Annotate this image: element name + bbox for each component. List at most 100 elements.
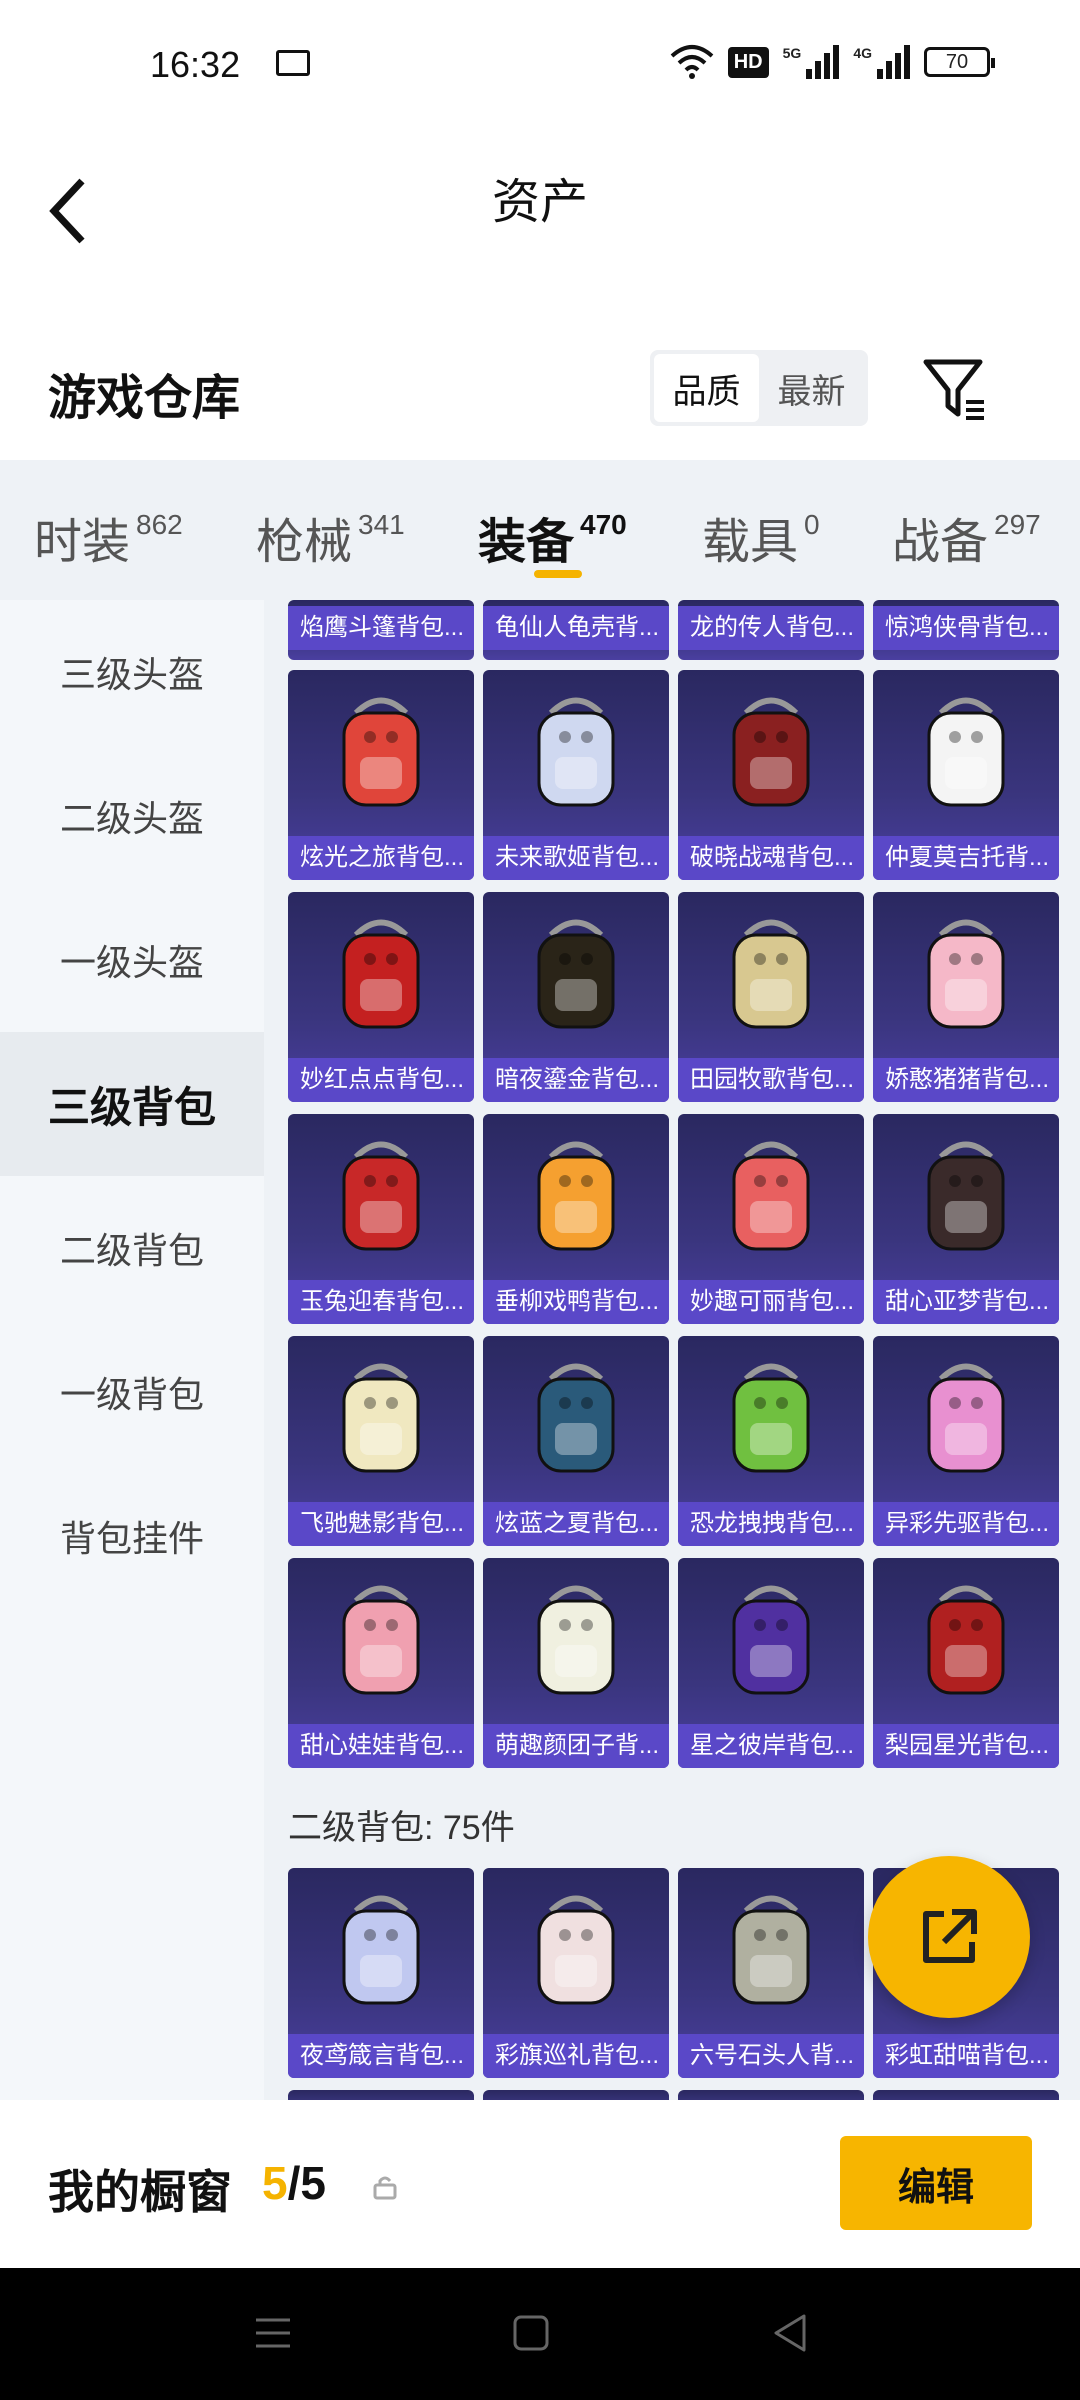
flag-backpack-icon bbox=[483, 1868, 669, 2034]
item-card[interactable]: 龙的传人背包... bbox=[678, 600, 864, 660]
sort-newest-button[interactable]: 最新 bbox=[759, 354, 864, 422]
sort-toggle: 品质 最新 bbox=[650, 350, 868, 426]
item-card[interactable]: 异彩先驱背包... bbox=[873, 1336, 1059, 1546]
lock-icon bbox=[373, 2176, 397, 2200]
item-card[interactable]: 龟仙人龟壳背... bbox=[483, 600, 669, 660]
item-name: 星之彼岸背包... bbox=[678, 1724, 864, 1768]
tab-equipment[interactable]: 装备 470 bbox=[478, 460, 627, 600]
stone-backpack-icon bbox=[678, 1868, 864, 2034]
astronaut-backpack-icon bbox=[678, 1558, 864, 1724]
menu-icon[interactable] bbox=[248, 2308, 298, 2358]
item-card[interactable]: 垂柳戏鸭背包... bbox=[483, 1114, 669, 1324]
gold-night-backpack-icon bbox=[483, 892, 669, 1058]
opera-backpack-icon bbox=[873, 1558, 1059, 1724]
colorful-backpack-icon bbox=[873, 1336, 1059, 1502]
warehouse-title: 游戏仓库 bbox=[48, 372, 241, 425]
home-icon[interactable] bbox=[506, 2308, 556, 2358]
item-card[interactable]: 甜心亚梦背包... bbox=[873, 1114, 1059, 1324]
doll-backpack-icon bbox=[288, 1558, 474, 1724]
item-name: 炫蓝之夏背包... bbox=[483, 1502, 669, 1546]
sub-item-helmet-lv2[interactable]: 二级头盔 bbox=[0, 744, 264, 888]
active-tab-indicator bbox=[534, 570, 582, 578]
item-card[interactable]: 田园牧歌背包... bbox=[678, 892, 864, 1102]
tab-supplies[interactable]: 战备 297 bbox=[892, 460, 1041, 600]
item-card[interactable]: 破晓战魂背包... bbox=[678, 670, 864, 880]
item-card[interactable]: 仲夏莫吉托背... bbox=[873, 670, 1059, 880]
basket-backpack-icon bbox=[678, 892, 864, 1058]
sub-item-backpack-lv1[interactable]: 一级背包 bbox=[0, 1320, 264, 1464]
item-name: 六号石头人背... bbox=[678, 2034, 864, 2078]
item-grid: 炫光之旅背包... 未来歌姬背包... 破晓战魂背包... 仲夏莫吉托背... 妙红点点… bbox=[288, 670, 1059, 1768]
item-card[interactable]: 星之彼岸背包... bbox=[678, 1558, 864, 1768]
category-tabs: 时装 862 枪械 341 装备 470 载具 0 战备 297 bbox=[0, 460, 1080, 600]
item-card[interactable]: 炫光之旅背包... bbox=[288, 670, 474, 880]
item-card[interactable]: 飞驰魅影背包... bbox=[288, 1336, 474, 1546]
edit-button[interactable]: 编辑 bbox=[840, 2136, 1032, 2230]
system-nav-bar bbox=[0, 2268, 1080, 2400]
filter-icon[interactable] bbox=[920, 354, 990, 424]
tab-fashion[interactable]: 时装 862 bbox=[34, 460, 183, 600]
item-name: 仲夏莫吉托背... bbox=[873, 836, 1059, 880]
item-name: 垂柳戏鸭背包... bbox=[483, 1280, 669, 1324]
item-card[interactable]: 萌趣颜团子背... bbox=[483, 1558, 669, 1768]
item-card-cutoff[interactable] bbox=[483, 2090, 669, 2100]
item-card[interactable]: 妙红点点背包... bbox=[288, 892, 474, 1102]
rabbit-backpack-icon bbox=[288, 1114, 474, 1280]
item-card[interactable]: 玉兔迎春背包... bbox=[288, 1114, 474, 1324]
blue-summer-backpack-icon bbox=[483, 1336, 669, 1502]
item-name: 彩旗巡礼背包... bbox=[483, 2034, 669, 2078]
showcase-title: 我的橱窗 bbox=[48, 2166, 232, 2218]
crepe-backpack-icon bbox=[678, 1114, 864, 1280]
sub-item-helmet-lv1[interactable]: 一级头盔 bbox=[0, 888, 264, 1032]
sub-item-backpack-pendant[interactable]: 背包挂件 bbox=[0, 1464, 264, 1608]
item-name: 破晓战魂背包... bbox=[678, 836, 864, 880]
sub-item-backpack-lv2[interactable]: 二级背包 bbox=[0, 1176, 264, 1320]
item-card[interactable]: 夜鸢箴言背包... bbox=[288, 1868, 474, 2078]
item-name: 龟仙人龟壳背... bbox=[483, 606, 669, 650]
item-card[interactable]: 未来歌姬背包... bbox=[483, 670, 669, 880]
duck-backpack-icon bbox=[483, 1114, 669, 1280]
showcase-count: 5/5 bbox=[262, 2157, 326, 2209]
item-card[interactable]: 暗夜鎏金背包... bbox=[483, 892, 669, 1102]
share-button[interactable] bbox=[868, 1856, 1030, 2018]
dream-backpack-icon bbox=[873, 1114, 1059, 1280]
item-card[interactable]: 惊鸿侠骨背包... bbox=[873, 600, 1059, 660]
page-title: 资产 bbox=[491, 176, 588, 229]
item-card[interactable]: 六号石头人背... bbox=[678, 1868, 864, 2078]
pig-backpack-icon bbox=[873, 892, 1059, 1058]
item-name: 玉兔迎春背包... bbox=[288, 1280, 474, 1324]
tab-vehicles[interactable]: 载具 0 bbox=[702, 460, 820, 600]
item-card[interactable]: 炫蓝之夏背包... bbox=[483, 1336, 669, 1546]
item-name: 焰鹰斗篷背包... bbox=[288, 606, 474, 650]
singer-backpack-icon bbox=[483, 670, 669, 836]
signal-5g-icon: 5G bbox=[783, 45, 840, 79]
header: 资产 bbox=[0, 136, 1080, 336]
item-name: 夜鸢箴言背包... bbox=[288, 2034, 474, 2078]
item-card[interactable]: 妙趣可丽背包... bbox=[678, 1114, 864, 1324]
item-card-cutoff[interactable] bbox=[678, 2090, 864, 2100]
sort-quality-button[interactable]: 品质 bbox=[654, 354, 759, 422]
item-name: 异彩先驱背包... bbox=[873, 1502, 1059, 1546]
item-card-cutoff[interactable] bbox=[288, 2090, 474, 2100]
crocodile-backpack-icon bbox=[288, 670, 474, 836]
sub-item-backpack-lv3[interactable]: 三级背包 bbox=[0, 1032, 264, 1176]
item-card[interactable]: 娇憨猪猪背包... bbox=[873, 892, 1059, 1102]
warrior-backpack-icon bbox=[678, 670, 864, 836]
item-name: 炫光之旅背包... bbox=[288, 836, 474, 880]
warehouse-header: 游戏仓库 品质 最新 bbox=[0, 336, 1080, 460]
item-card[interactable]: 甜心娃娃背包... bbox=[288, 1558, 474, 1768]
sub-item-helmet-lv3[interactable]: 三级头盔 bbox=[0, 600, 264, 744]
tab-guns[interactable]: 枪械 341 bbox=[256, 460, 405, 600]
item-card[interactable]: 彩旗巡礼背包... bbox=[483, 1868, 669, 2078]
item-name: 妙红点点背包... bbox=[288, 1058, 474, 1102]
signal-4g-icon: 4G bbox=[853, 45, 910, 79]
item-name: 飞驰魅影背包... bbox=[288, 1502, 474, 1546]
battery-icon: 70 bbox=[924, 47, 995, 77]
item-card[interactable]: 恐龙拽拽背包... bbox=[678, 1336, 864, 1546]
item-card[interactable]: 梨园星光背包... bbox=[873, 1558, 1059, 1768]
item-name: 甜心娃娃背包... bbox=[288, 1724, 474, 1768]
item-card[interactable]: 焰鹰斗篷背包... bbox=[288, 600, 474, 660]
ladybug-backpack-icon bbox=[288, 892, 474, 1058]
item-card-cutoff[interactable] bbox=[873, 2090, 1059, 2100]
back-nav-icon[interactable] bbox=[766, 2308, 816, 2358]
